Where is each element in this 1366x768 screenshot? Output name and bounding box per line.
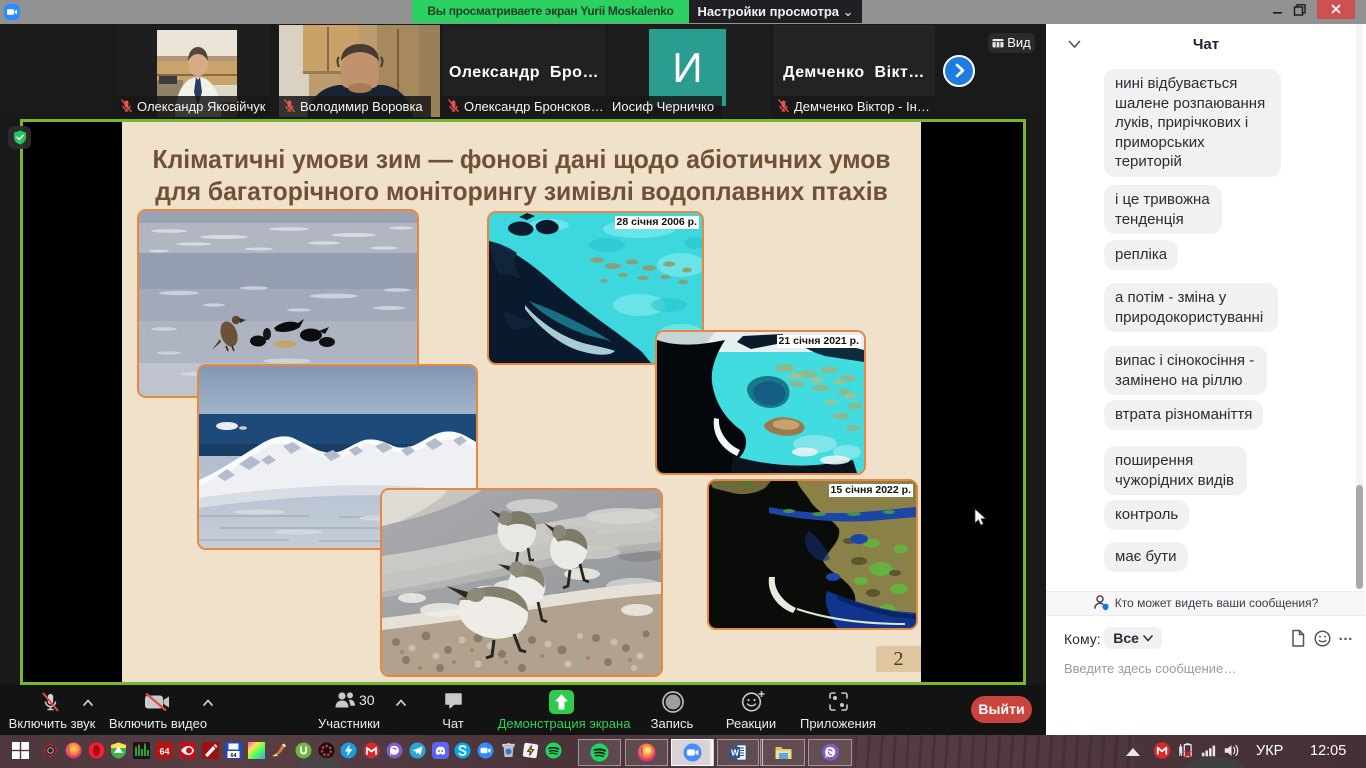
svg-text:W: W (730, 748, 739, 758)
svg-text:64: 64 (230, 753, 237, 759)
svg-text:64: 64 (159, 747, 169, 757)
